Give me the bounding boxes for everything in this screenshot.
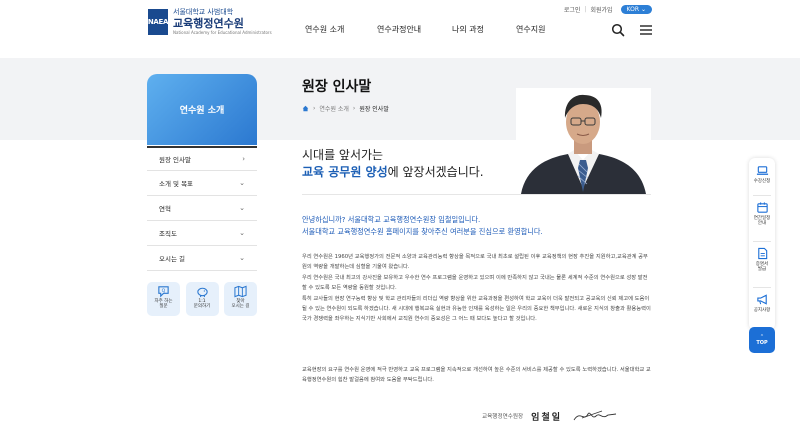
nav-item-about[interactable]: 연수원 소개: [305, 24, 344, 35]
language-label: KOR: [626, 6, 640, 13]
rbar-label: 공지사항: [753, 308, 771, 313]
chevron-right-icon: ›: [313, 105, 316, 112]
greeting-paragraph: 우리 연수원은 국내 최고의 강사진을 보유하고 우수한 연수 프로그램을 운영…: [302, 274, 648, 292]
search-icon[interactable]: [611, 23, 625, 37]
logo-english: National Academy for Educational Adminis…: [173, 30, 272, 35]
greeting-body-closing: 교육현장의 요구를 연수원 운영에 적극 반영하고 교육 프로그램을 지속적으로…: [302, 365, 652, 386]
sidebar-nav: 원장 인사말 › 소개 및 목표 ⌄ 연혁 ⌄ 조직도 ⌄ 오시는 길 ⌄: [147, 146, 257, 271]
signature: 교육행정연수원장 임철일: [482, 408, 618, 424]
svg-text:Q: Q: [162, 288, 166, 294]
rbar-notice-button[interactable]: 공지사항: [749, 293, 775, 313]
quick-inquiry-button[interactable]: 1:1 문의하기: [185, 282, 219, 316]
nav-item-courses[interactable]: 연수과정안내: [377, 24, 421, 35]
signature-name: 임철일: [531, 412, 563, 423]
login-link[interactable]: 로그인: [564, 5, 581, 14]
chevron-right-icon: ›: [242, 155, 245, 163]
utility-links: 로그인 | 회원가입 KOR ⌄: [564, 5, 652, 14]
greeting-paragraph: 우리 연수원은 1960년 교육행정가의 전문적 소양과 교육관리능력 향상을 …: [302, 254, 648, 271]
quick-label: 찾아 오시는 길: [232, 299, 250, 309]
home-icon[interactable]: [302, 105, 309, 112]
breadcrumb: › 연수원 소개 › 원장 인사말: [302, 104, 389, 113]
sidebar-item-label: 연혁: [159, 205, 171, 213]
headline-highlight: 교육 공무원 양성: [302, 165, 388, 179]
rbar-label: 증명서 발급: [756, 262, 768, 273]
scroll-top-label: TOP: [756, 340, 768, 346]
piggy-icon: [196, 287, 208, 298]
rbar-label-line: 발급: [757, 267, 767, 273]
quick-label-line: 문의하기: [193, 304, 211, 310]
scroll-top-button[interactable]: ⌃ TOP: [749, 327, 775, 353]
rbar-label-line: 안내: [757, 221, 767, 227]
rbar-label: 수강신청: [753, 179, 771, 184]
breadcrumb-current: 원장 인사말: [359, 106, 389, 113]
logo-title: 교육행정연수원: [173, 17, 244, 30]
logo-mark: NAEA: [148, 9, 168, 35]
greeting-lead-line: 서울대학교 교육행정연수원 홈페이지를 찾아주신 여러분을 진심으로 환영합니다…: [302, 227, 543, 236]
faq-icon: Q: [158, 286, 169, 298]
sidebar-item-directions[interactable]: 오시는 길 ⌄: [147, 246, 257, 271]
signature-title: 교육행정연수원장: [482, 414, 524, 420]
language-select[interactable]: KOR ⌄: [620, 5, 652, 14]
quick-label-line: 오시는 길: [231, 304, 250, 310]
rbar-enroll-button[interactable]: 수강신청: [749, 164, 775, 184]
chevron-down-icon: ⌄: [239, 204, 245, 212]
sidebar-item-label: 오시는 길: [159, 255, 185, 263]
greeting-paragraph: 교육현장의 요구를 연수원 운영에 적극 반영하고 교육 프로그램을 지속적으로…: [302, 367, 651, 384]
map-icon: [234, 285, 247, 298]
divider: [302, 194, 651, 195]
headline-line-2: 교육 공무원 양성에 앞장서겠습니다.: [302, 163, 484, 180]
rbar-label: 연간일정 안내: [754, 216, 771, 227]
greeting-paragraph: 특히 교사들의 현장 연구능력 향상 및 학교 관리자들의 리더십 역량 향상을…: [302, 295, 651, 323]
divider: [753, 241, 771, 242]
divider: [753, 195, 771, 196]
sidebar-title: 연수원 소개: [179, 106, 225, 116]
sidebar-item-greeting[interactable]: 원장 인사말 ›: [147, 146, 257, 171]
divider: |: [584, 6, 587, 13]
document-icon: [757, 247, 767, 260]
header: NAEA 서울대학교 사범대학 교육행정연수원 National Academy…: [0, 0, 800, 58]
quick-label-line: 질문: [159, 304, 168, 310]
logo-text: 서울대학교 사범대학 교육행정연수원 National Academy for …: [173, 9, 272, 35]
chevron-down-icon: ⌄: [239, 229, 245, 237]
sidebar-item-org-chart[interactable]: 조직도 ⌄: [147, 221, 257, 246]
logo-subtitle: 서울대학교 사범대학: [173, 8, 234, 16]
nav-item-support[interactable]: 연수지원: [516, 24, 545, 35]
megaphone-icon: [756, 294, 767, 305]
sidebar-item-label: 원장 인사말: [159, 156, 191, 164]
headline-rest: 에 앞장서겠습니다.: [387, 165, 484, 179]
headline-line-1: 시대를 앞서가는: [302, 148, 384, 162]
page-banner: [0, 58, 800, 140]
page-title: 원장 인사말: [302, 79, 372, 95]
quick-label: 1:1 문의하기: [194, 299, 211, 309]
sidebar-item-label: 조직도: [159, 230, 177, 238]
sidebar-item-label: 소개 및 목표: [159, 180, 194, 188]
signature-image: [573, 410, 617, 421]
greeting-lead: 안녕하십니까? 서울대학교 교육행정연수원장 임철일입니다. 서울대학교 교육행…: [302, 214, 543, 238]
quick-label: 자주 하는 질문: [155, 299, 173, 309]
signup-link[interactable]: 회원가입: [590, 5, 612, 14]
chevron-down-icon: ⌄: [239, 179, 245, 187]
greeting-body: 우리 연수원은 1960년 교육행정가의 전문적 소양과 교육관리능력 향상을 …: [302, 252, 652, 325]
sidebar-header: 연수원 소개: [147, 74, 257, 145]
breadcrumb-item[interactable]: 연수원 소개: [319, 104, 349, 113]
greeting-lead-line: 안녕하십니까? 서울대학교 교육행정연수원장 임철일입니다.: [302, 215, 481, 224]
hamburger-menu-icon[interactable]: [639, 23, 653, 37]
quick-links: Q 자주 하는 질문 1:1 문의하기 찾아 오시는 길: [147, 282, 257, 316]
chevron-down-icon: ⌄: [239, 254, 245, 262]
director-portrait: [516, 88, 651, 194]
quick-directions-button[interactable]: 찾아 오시는 길: [224, 282, 257, 316]
nav-item-my-course[interactable]: 나의 과정: [452, 24, 484, 35]
chevron-right-icon: ›: [352, 105, 356, 112]
divider: [753, 287, 771, 288]
rbar-certificate-button[interactable]: 증명서 발급: [749, 247, 775, 273]
quick-faq-button[interactable]: Q 자주 하는 질문: [147, 282, 180, 316]
sidebar-item-history[interactable]: 연혁 ⌄: [147, 196, 257, 221]
chevron-down-icon: ⌄: [640, 6, 646, 13]
laptop-icon: [756, 166, 768, 175]
sidebar-item-goals[interactable]: 소개 및 목표 ⌄: [147, 171, 257, 196]
right-quick-bar: 수강신청 연간일정 안내 증명서 발급 공지사항: [749, 158, 775, 330]
site-logo[interactable]: NAEA 서울대학교 사범대학 교육행정연수원 National Academy…: [148, 9, 272, 35]
calendar-icon: [756, 202, 768, 213]
rbar-schedule-button[interactable]: 연간일정 안내: [749, 201, 775, 227]
